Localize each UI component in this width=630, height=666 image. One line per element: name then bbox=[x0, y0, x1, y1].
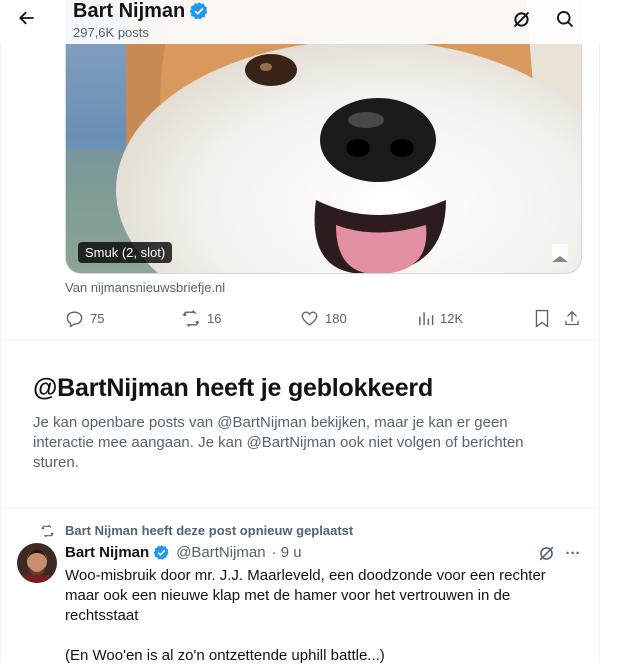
repost-button[interactable]: 16 bbox=[181, 309, 221, 328]
profile-header: Bart Nijman 297,6K posts bbox=[0, 0, 600, 44]
views-icon bbox=[419, 312, 434, 326]
repost-icon bbox=[41, 524, 54, 537]
search-button[interactable] bbox=[552, 6, 578, 32]
like-count: 180 bbox=[325, 311, 347, 326]
grok-icon bbox=[513, 11, 529, 27]
reply-button[interactable]: 75 bbox=[65, 309, 104, 328]
grok-header-button[interactable] bbox=[508, 6, 534, 32]
profile-name: Bart Nijman bbox=[73, 0, 186, 22]
views-button[interactable]: 12K bbox=[417, 309, 463, 327]
tweet-author-handle[interactable]: @BartNijman bbox=[176, 544, 265, 561]
tweet-author-name[interactable]: Bart Nijman bbox=[65, 544, 149, 561]
grok-button[interactable] bbox=[535, 543, 557, 563]
bookmark-button[interactable] bbox=[534, 309, 550, 328]
bookmark-overlay-icon[interactable] bbox=[549, 242, 571, 269]
repost-label: Bart Nijman heeft deze post opnieuw gepl… bbox=[65, 523, 354, 538]
arrow-left-icon bbox=[19, 11, 34, 25]
repost-indicator[interactable]: Bart Nijman heeft deze post opnieuw gepl… bbox=[40, 523, 353, 538]
tweet-time[interactable]: · 9 u bbox=[272, 544, 302, 561]
reply-count: 75 bbox=[90, 311, 105, 326]
post-count: 297,6K posts bbox=[73, 25, 149, 40]
back-button[interactable] bbox=[14, 5, 40, 31]
share-button[interactable] bbox=[563, 309, 581, 328]
tweet-text: Woo-misbruik door mr. J.J. Maarleveld, e… bbox=[65, 566, 565, 666]
verified-badge-icon bbox=[189, 2, 208, 20]
tweet-author[interactable]: Bart Nijman @BartNijman · 9 u bbox=[65, 544, 302, 561]
tweet-text-line: Woo-misbruik door mr. J.J. Maarleveld, e… bbox=[65, 567, 546, 624]
bookmark-icon bbox=[535, 309, 549, 328]
media-source-link[interactable]: Van nijmansnieuwsbriefje.nl bbox=[65, 280, 225, 295]
reply-icon bbox=[66, 311, 83, 328]
repost-count: 16 bbox=[207, 311, 222, 326]
blocked-title: @BartNijman heeft je geblokkeerd bbox=[33, 374, 434, 402]
avatar[interactable] bbox=[17, 543, 57, 583]
divider bbox=[0, 340, 600, 341]
header-title: Bart Nijman bbox=[73, 0, 209, 22]
grok-icon bbox=[539, 546, 553, 560]
share-icon bbox=[565, 310, 579, 326]
search-icon bbox=[557, 11, 574, 28]
like-button[interactable]: 180 bbox=[300, 309, 347, 328]
repost-icon bbox=[182, 310, 200, 327]
more-options-button[interactable]: ··· bbox=[562, 543, 584, 563]
blocked-description: Je kan openbare posts van @BartNijman be… bbox=[33, 414, 524, 471]
heart-icon bbox=[301, 311, 318, 326]
view-count: 12K bbox=[440, 310, 464, 326]
verified-badge-icon bbox=[153, 545, 169, 560]
tweet-text-line: (En Woo'en is al zo'n ontzettende uphill… bbox=[65, 647, 385, 664]
post-action-bar: 75 16 180 12K bbox=[65, 309, 585, 329]
divider bbox=[0, 508, 600, 509]
media-alt-badge[interactable]: Smuk (2, slot) bbox=[78, 242, 173, 263]
